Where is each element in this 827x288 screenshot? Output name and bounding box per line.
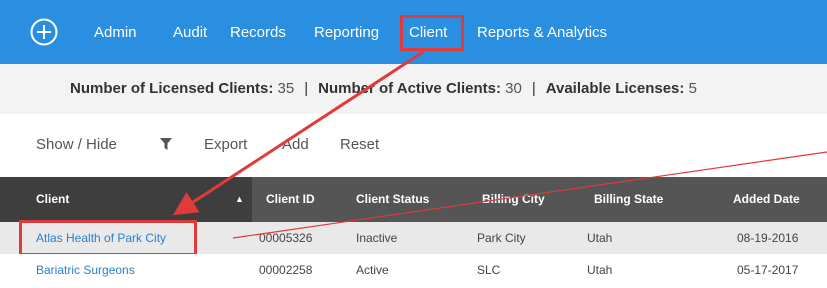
licensed-clients-label: Number of Licensed Clients: (70, 80, 274, 97)
sort-ascending-icon[interactable]: ▲ (235, 194, 244, 204)
client-status-cell: Active (356, 263, 389, 277)
active-clients-label: Number of Active Clients: (318, 80, 501, 97)
column-header-added-date[interactable]: Added Date (733, 192, 800, 206)
available-licenses-label: Available Licenses: (545, 80, 685, 97)
nav-reports-analytics[interactable]: Reports & Analytics (477, 24, 607, 42)
separator: | (531, 80, 536, 97)
separator: | (304, 80, 309, 97)
client-name-link[interactable]: Bariatric Surgeons (36, 263, 135, 277)
nav-reporting[interactable]: Reporting (314, 24, 379, 42)
column-header-client-id[interactable]: Client ID (266, 192, 315, 206)
funnel-icon[interactable] (160, 138, 172, 150)
license-summary: Number of Licensed Clients: 35 | Number of… (70, 80, 697, 97)
billing-state-cell: Utah (587, 263, 613, 277)
client-nav-highlight-box (400, 15, 464, 51)
client-id-cell: 00005326 (259, 231, 313, 245)
nav-admin[interactable]: Admin (94, 24, 137, 42)
added-date-cell: 08-19-2016 (737, 231, 799, 245)
add-button[interactable]: Add (282, 136, 309, 153)
nav-records[interactable]: Records (230, 24, 286, 42)
client-id-cell: 00002258 (259, 263, 313, 277)
billing-city-cell: SLC (477, 263, 501, 277)
available-licenses-value: 5 (688, 80, 697, 97)
added-date-cell: 05-17-2017 (737, 263, 799, 277)
nav-audit[interactable]: Audit (173, 24, 207, 42)
column-header-client-status[interactable]: Client Status (356, 192, 429, 206)
column-header-client[interactable]: Client (36, 192, 69, 206)
billing-state-cell: Utah (587, 231, 613, 245)
show-hide-button[interactable]: Show / Hide (36, 136, 117, 153)
column-header-billing-state[interactable]: Billing State (594, 192, 663, 206)
logo-icon[interactable] (30, 18, 58, 46)
billing-city-cell: Park City (477, 231, 526, 245)
licensed-clients-value: 35 (277, 80, 295, 97)
reset-button[interactable]: Reset (340, 136, 379, 153)
export-button[interactable]: Export (204, 136, 247, 153)
column-header-billing-city[interactable]: Billing City (482, 192, 545, 206)
active-clients-value: 30 (505, 80, 522, 97)
client-status-cell: Inactive (356, 231, 398, 245)
client-link-highlight-box (19, 220, 197, 256)
